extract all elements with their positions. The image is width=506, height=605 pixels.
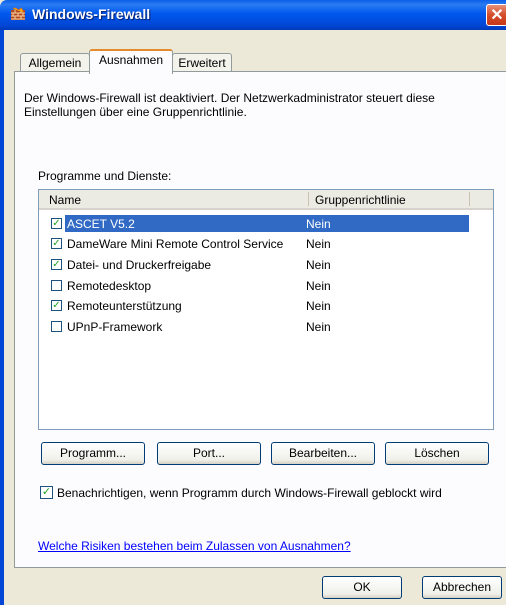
row-checkbox[interactable]: ✓ xyxy=(51,259,62,270)
firewall-icon xyxy=(11,7,25,20)
program-policy: Nein xyxy=(306,237,331,251)
tab-erweitert[interactable]: Erweitert xyxy=(172,53,232,72)
program-name: Datei- und Druckerfreigabe xyxy=(67,258,212,272)
programs-label: Programme und Dienste: xyxy=(38,169,172,183)
add-program-button[interactable]: Programm... xyxy=(41,442,145,465)
tab-label: Erweitert xyxy=(178,56,226,70)
list-item[interactable]: ✓ ASCET V5.2 Nein xyxy=(39,215,493,232)
delete-button[interactable]: Löschen xyxy=(385,442,489,465)
window-frame xyxy=(0,30,4,605)
column-header-name[interactable]: Name xyxy=(49,193,81,207)
notify-checkbox[interactable]: ✓ xyxy=(40,486,53,499)
program-policy: Nein xyxy=(306,299,331,313)
list-header: Name Gruppenrichtlinie xyxy=(39,190,493,210)
row-checkbox[interactable] xyxy=(51,321,62,332)
title-bar[interactable]: Windows-Firewall ✕ xyxy=(0,0,506,30)
tab-ausnahmen[interactable]: Ausnahmen xyxy=(89,49,173,74)
ok-button[interactable]: OK xyxy=(322,576,402,599)
list-item[interactable]: ✓ DameWare Mini Remote Control Service N… xyxy=(39,235,493,252)
program-name: DameWare Mini Remote Control Service xyxy=(67,237,284,251)
close-icon: ✕ xyxy=(490,7,504,24)
row-checkbox[interactable]: ✓ xyxy=(51,300,62,311)
tab-label: Ausnahmen xyxy=(98,53,164,67)
add-port-button[interactable]: Port... xyxy=(157,442,261,465)
edit-button[interactable]: Bearbeiten... xyxy=(271,442,375,465)
column-divider[interactable] xyxy=(308,192,309,206)
row-checkbox[interactable]: ✓ xyxy=(51,238,62,249)
program-policy: Nein xyxy=(306,320,331,334)
program-name: ASCET V5.2 xyxy=(67,217,135,231)
program-name: UPnP-Framework xyxy=(67,320,163,334)
column-header-policy[interactable]: Gruppenrichtlinie xyxy=(315,193,406,207)
list-item[interactable]: ✓ Remoteunterstützung Nein xyxy=(39,297,493,314)
row-checkbox[interactable]: ✓ xyxy=(51,218,62,229)
tab-allgemein[interactable]: Allgemein xyxy=(20,53,90,72)
program-policy: Nein xyxy=(306,279,331,293)
window-title: Windows-Firewall xyxy=(32,6,151,22)
column-divider[interactable] xyxy=(469,192,470,206)
program-name: Remoteunterstützung xyxy=(67,299,182,313)
list-item[interactable]: ✓ Datei- und Druckerfreigabe Nein xyxy=(39,256,493,273)
list-item[interactable]: Remotedesktop Nein xyxy=(39,277,493,294)
programs-list[interactable]: Name Gruppenrichtlinie ✓ ASCET V5.2 Nein… xyxy=(38,189,494,430)
policy-description: Der Windows-Firewall ist deaktiviert. De… xyxy=(24,91,435,119)
cancel-button[interactable]: Abbrechen xyxy=(422,576,502,599)
close-button[interactable]: ✕ xyxy=(486,4,506,26)
exceptions-risk-link[interactable]: Welche Risiken bestehen beim Zulassen vo… xyxy=(38,539,351,553)
tab-label: Allgemein xyxy=(28,56,82,70)
notify-label[interactable]: Benachrichtigen, wenn Programm durch Win… xyxy=(57,486,442,500)
row-checkbox[interactable] xyxy=(51,280,62,291)
program-policy: Nein xyxy=(306,258,331,272)
program-name: Remotedesktop xyxy=(67,279,152,293)
program-policy: Nein xyxy=(306,217,331,231)
list-item[interactable]: UPnP-Framework Nein xyxy=(39,318,493,335)
